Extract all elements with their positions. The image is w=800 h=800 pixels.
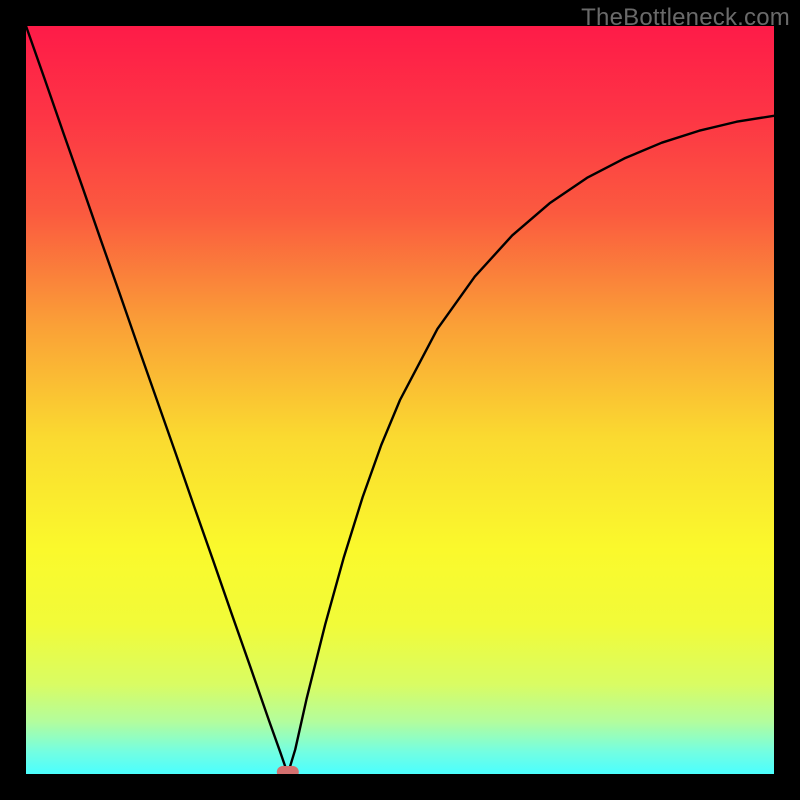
chart-frame: TheBottleneck.com — [0, 0, 800, 800]
bottleneck-chart — [26, 26, 774, 774]
watermark-text: TheBottleneck.com — [581, 4, 790, 32]
optimum-marker — [277, 766, 299, 774]
